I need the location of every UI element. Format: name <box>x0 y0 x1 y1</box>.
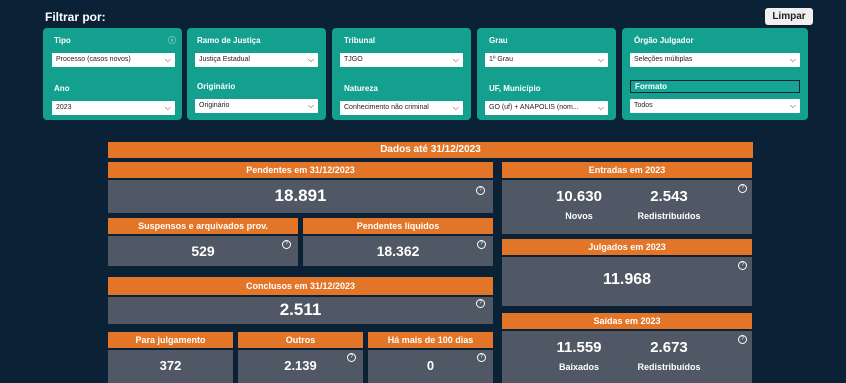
filter-card-tribunal: Tribunal TJGO ⌵ Natureza Conhecimento não… <box>332 28 471 120</box>
saidas-baixados-label: Baixados <box>558 362 600 372</box>
chevron-down-icon: ⌵ <box>452 55 459 64</box>
para-julgamento-card: 372 <box>108 350 233 383</box>
ramo-select[interactable]: Justiça Estadual ⌵ <box>195 53 318 67</box>
help-icon[interactable]: ? <box>738 335 747 344</box>
saidas-card: 11.559 Baixados 2.673 Redistribuídos ? <box>502 331 752 383</box>
originario-select[interactable]: Originário ⌵ <box>195 99 318 113</box>
filter-label-uf: UF, Município <box>489 84 541 93</box>
suspensos-title: Suspensos e arquivados prov. <box>108 218 298 234</box>
ramo-select-value: Justiça Estadual <box>199 56 250 63</box>
tipo-select[interactable]: Processo (casos novos) ⌵ <box>52 53 175 67</box>
filter-label-ramo: Ramo de Justiça <box>197 36 261 45</box>
chevron-down-icon: ⌵ <box>597 55 604 64</box>
pendentes-title: Pendentes em 31/12/2023 <box>108 162 493 178</box>
mais-100-dias-value: 0 <box>426 358 435 373</box>
outros-title: Outros <box>238 332 363 348</box>
filter-label-tribunal: Tribunal <box>344 36 376 45</box>
filter-card-grau: Grau 1º Grau ⌵ UF, Município GO (uf) + AN… <box>477 28 616 120</box>
tribunal-select[interactable]: TJGO ⌵ <box>340 53 463 67</box>
uf-select-value: GO (uf) + ANAPOLIS (nom... <box>489 104 579 111</box>
entradas-card: 10.630 Novos 2.543 Redistribuídos ? <box>502 180 752 234</box>
filter-label-ano: Ano <box>54 84 70 93</box>
help-icon[interactable]: ? <box>282 240 291 249</box>
mais-100-dias-title: Há mais de 100 dias <box>368 332 493 348</box>
help-icon[interactable]: ? <box>476 299 485 308</box>
orgao-select-value: Seleções múltiplas <box>634 56 693 63</box>
entradas-novos-value: 10.630 <box>556 188 602 205</box>
uf-select[interactable]: GO (uf) + ANAPOLIS (nom... ⌵ <box>485 101 608 115</box>
chevron-down-icon: ⌵ <box>789 101 796 110</box>
saidas-title: Saídas em 2023 <box>502 313 752 329</box>
help-icon[interactable]: ? <box>477 240 486 249</box>
chevron-down-icon: ⌵ <box>597 103 604 112</box>
para-julgamento-title: Para julgamento <box>108 332 233 348</box>
grau-select[interactable]: 1º Grau ⌵ <box>485 53 608 67</box>
chevron-down-icon: ⌵ <box>789 55 796 64</box>
outros-card: 2.139 ? <box>238 350 363 383</box>
filter-card-orgao: Órgão Julgador Seleções múltiplas ⌵ Forma… <box>622 28 808 120</box>
entradas-redistribuidos-value: 2.543 <box>650 188 688 205</box>
filter-label-tipo: Tipo <box>54 36 71 45</box>
help-icon[interactable]: ⓘ <box>168 35 176 46</box>
entradas-redistribuidos-label: Redistribuídos <box>637 211 701 221</box>
saidas-redistribuidos-label: Redistribuídos <box>637 362 701 372</box>
originario-select-value: Originário <box>199 102 230 109</box>
saidas-redistribuidos-value: 2.673 <box>650 339 688 356</box>
help-icon[interactable]: ? <box>738 261 747 270</box>
help-icon[interactable]: ? <box>477 353 486 362</box>
entradas-novos-label: Novos <box>565 211 593 221</box>
filter-label-grau: Grau <box>489 36 508 45</box>
julgados-card: 11.968 ? <box>502 257 752 306</box>
orgao-select[interactable]: Seleções múltiplas ⌵ <box>630 53 800 67</box>
filter-label-natureza: Natureza <box>344 84 378 93</box>
chevron-down-icon: ⌵ <box>452 103 459 112</box>
conclusos-title: Conclusos em 31/12/2023 <box>108 277 493 295</box>
dados-ate-banner: Dados até 31/12/2023 <box>108 142 753 158</box>
para-julgamento-value: 372 <box>159 358 182 373</box>
help-icon[interactable]: ? <box>738 184 747 193</box>
help-icon[interactable]: ? <box>347 353 356 362</box>
mais-100-dias-card: 0 ? <box>368 350 493 383</box>
chevron-down-icon: ⌵ <box>164 103 171 112</box>
tribunal-select-value: TJGO <box>344 56 363 63</box>
grau-select-value: 1º Grau <box>489 56 513 63</box>
filter-card-tipo: Tipo ⓘ Processo (casos novos) ⌵ Ano 2023 ⌵ <box>43 28 182 120</box>
pendentes-value: 18.891 <box>274 186 327 205</box>
suspensos-card: 529 ? <box>108 236 298 266</box>
ano-select-value: 2023 <box>56 104 72 111</box>
chevron-down-icon: ⌵ <box>307 55 314 64</box>
tipo-select-value: Processo (casos novos) <box>56 56 131 63</box>
filter-label-formato: Formato <box>635 82 667 91</box>
chevron-down-icon: ⌵ <box>164 55 171 64</box>
ano-select[interactable]: 2023 ⌵ <box>52 101 175 115</box>
formato-select[interactable]: Todos ⌵ <box>630 99 800 113</box>
entradas-title: Entradas em 2023 <box>502 162 752 178</box>
saidas-baixados-value: 11.559 <box>556 339 602 356</box>
conclusos-card: 2.511 ? <box>108 297 493 324</box>
clear-filters-button[interactable]: Limpar <box>765 8 813 25</box>
pendentes-card: 18.891 ? <box>108 180 493 213</box>
pendentes-liquidos-value: 18.362 <box>376 243 420 259</box>
conclusos-value: 2.511 <box>279 300 322 319</box>
filter-label-orgao: Órgão Julgador <box>634 36 694 45</box>
chevron-down-icon: ⌵ <box>307 101 314 110</box>
pendentes-liquidos-card: 18.362 ? <box>303 236 493 266</box>
pendentes-liquidos-title: Pendentes líquidos <box>303 218 493 234</box>
formato-select-value: Todos <box>634 102 653 109</box>
natureza-select-value: Conhecimento não criminal <box>344 104 429 111</box>
outros-value: 2.139 <box>284 358 317 373</box>
help-icon[interactable]: ? <box>476 186 485 195</box>
natureza-select[interactable]: Conhecimento não criminal ⌵ <box>340 101 463 115</box>
filter-label-originario: Originário <box>197 82 236 91</box>
formato-header: Formato <box>630 80 800 93</box>
filter-card-ramo: Ramo de Justiça Justiça Estadual ⌵ Origin… <box>187 28 326 120</box>
suspensos-value: 529 <box>191 243 215 259</box>
julgados-title: Julgados em 2023 <box>502 239 752 255</box>
julgados-value: 11.968 <box>602 271 652 288</box>
filter-header: Filtrar por: <box>45 10 106 24</box>
